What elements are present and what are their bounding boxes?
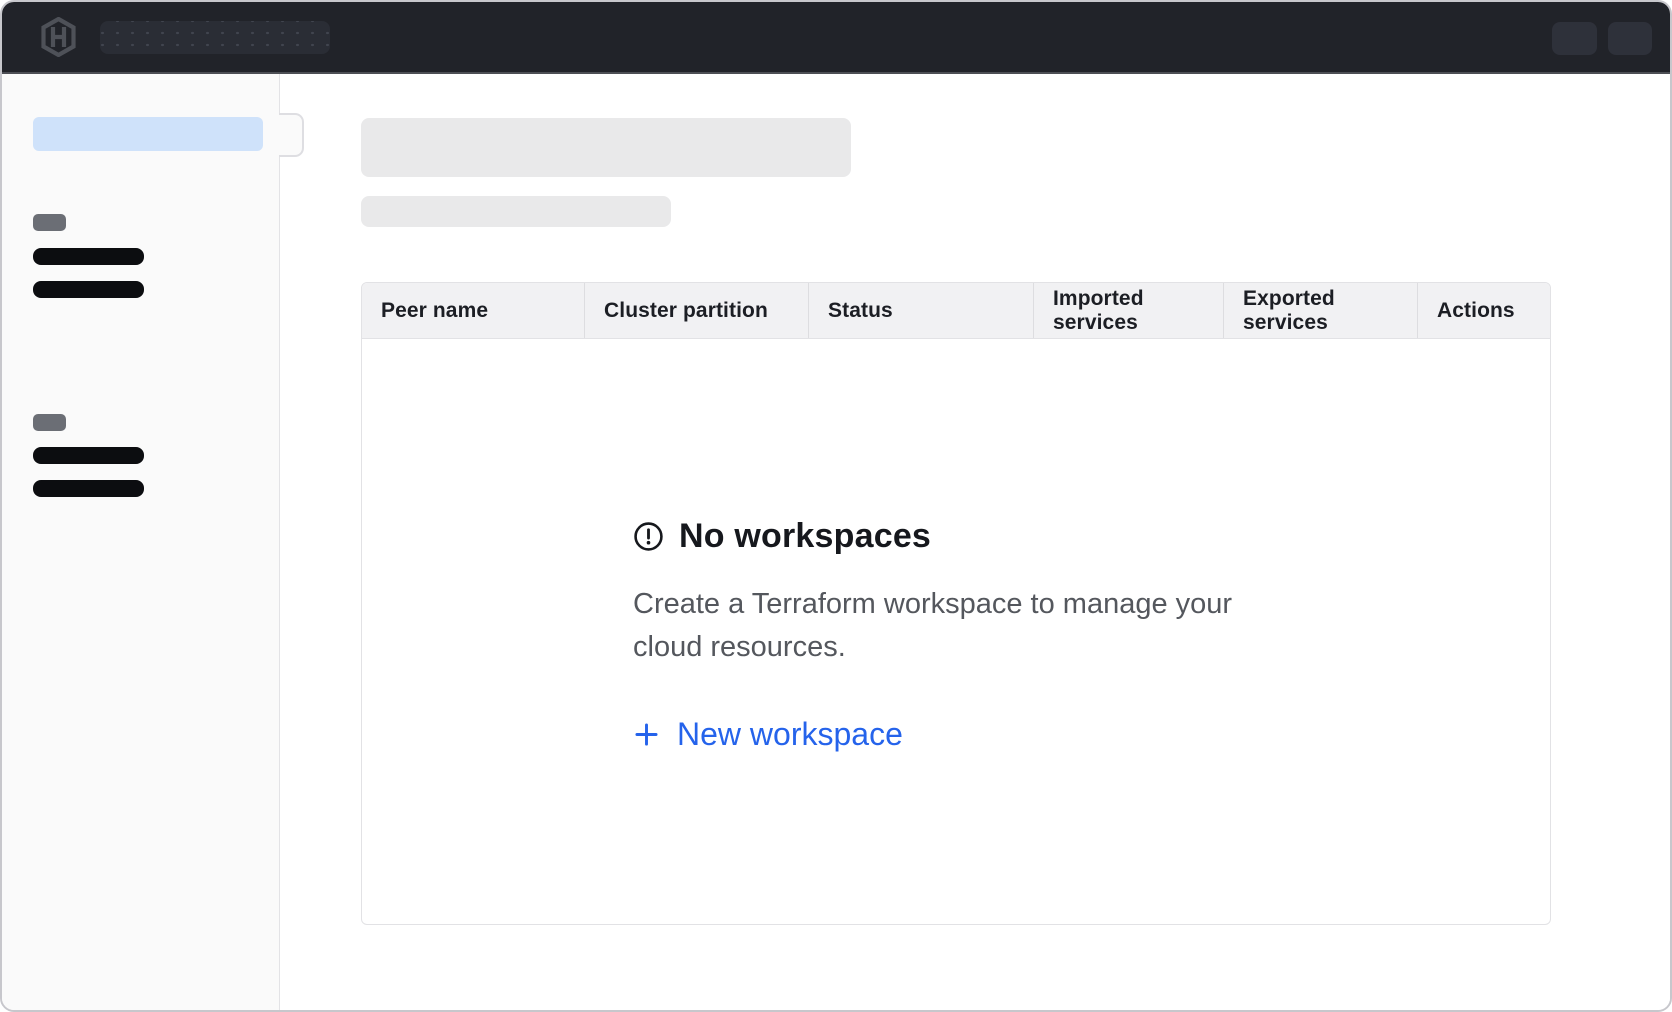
peers-table: Peer name Cluster partition Status Impor… [361,282,1551,925]
column-header-cluster-partition[interactable]: Cluster partition [585,283,809,338]
top-navbar [2,2,1670,74]
empty-state-title: No workspaces [679,517,931,556]
column-header-actions[interactable]: Actions [1418,283,1550,338]
hashicorp-logo-icon [40,17,77,57]
alert-circle-icon [633,521,664,552]
empty-state-description: Create a Terraform workspace to manage y… [633,583,1279,669]
content-area: Peer name Cluster partition Status Impor… [2,74,1670,1012]
column-header-imported-services[interactable]: Imported services [1034,283,1224,338]
column-header-peer-name[interactable]: Peer name [362,283,585,338]
sidebar-item-skeleton-4[interactable] [33,480,144,497]
page-subtitle-skeleton [361,196,671,227]
app-window: Peer name Cluster partition Status Impor… [0,0,1672,1012]
sidebar-collapse-handle[interactable] [279,113,304,157]
sidebar [2,74,280,1012]
nav-action-placeholder-2[interactable] [1608,22,1652,55]
empty-state: No workspaces Create a Terraform workspa… [633,339,1279,753]
main-panel: Peer name Cluster partition Status Impor… [280,74,1670,1012]
column-header-exported-services[interactable]: Exported services [1224,283,1418,338]
new-workspace-label: New workspace [677,716,903,753]
sidebar-section-label-skeleton-2 [33,414,66,431]
empty-state-header: No workspaces [633,517,1279,556]
nav-action-placeholder-1[interactable] [1552,22,1597,55]
sidebar-active-item-skeleton[interactable] [33,117,263,151]
sidebar-item-skeleton-3[interactable] [33,447,144,464]
sidebar-section-label-skeleton-1 [33,214,66,231]
nav-search-placeholder[interactable] [100,21,330,54]
table-header-row: Peer name Cluster partition Status Impor… [362,283,1550,339]
page-title-skeleton [361,118,851,177]
column-header-status[interactable]: Status [809,283,1034,338]
sidebar-item-skeleton-1[interactable] [33,248,144,265]
plus-icon [633,721,660,748]
sidebar-item-skeleton-2[interactable] [33,281,144,298]
new-workspace-button[interactable]: New workspace [633,716,903,753]
